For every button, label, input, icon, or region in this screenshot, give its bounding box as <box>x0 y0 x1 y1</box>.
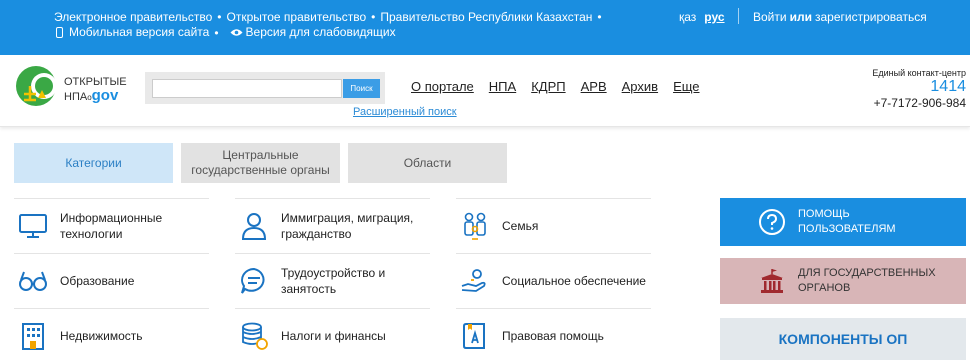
category-label: Образование <box>60 274 135 288</box>
separator-dot: • <box>217 10 222 24</box>
lang-kz[interactable]: қаз <box>679 10 696 24</box>
nav-kdrp[interactable]: КДРП <box>531 79 565 94</box>
link-open-gov[interactable]: Открытое правительство <box>227 10 367 24</box>
link-gov-rk[interactable]: Правительство Республики Казахстан <box>380 10 592 24</box>
link-mobile-version[interactable]: Мобильная версия сайта <box>69 25 209 39</box>
question-circle-icon <box>759 209 785 235</box>
hand-care-icon <box>461 269 486 292</box>
auth-links: Войти или зарегистрироваться <box>753 10 927 24</box>
monitor-icon <box>19 214 47 238</box>
separator-dot: • <box>214 25 219 40</box>
nav-npa[interactable]: НПА <box>489 79 516 94</box>
contact-label: Единый контакт-центр <box>872 68 966 78</box>
components-op-button[interactable]: КОМПОНЕНТЫ ОП <box>720 318 966 360</box>
contact-short-number[interactable]: 1414 <box>872 78 966 96</box>
family-icon <box>464 212 486 240</box>
main-nav: О портале НПА КДРП АРВ Архив Еще <box>411 79 715 94</box>
category-label: Недвижимость <box>60 329 143 343</box>
chat-icon <box>241 267 265 294</box>
category-label: Правовая помощь <box>502 329 604 343</box>
coins-icon <box>242 322 268 350</box>
header: ОТКРЫТЫЕ НПАogov Поиск Расширенный поиск… <box>0 55 970 127</box>
eye-icon <box>230 29 243 37</box>
category-item-taxes[interactable]: Налоги и финансы <box>235 308 430 360</box>
separator-dot: • <box>371 10 376 24</box>
law-book-icon <box>463 323 485 349</box>
nav-about[interactable]: О портале <box>411 79 474 94</box>
glasses-icon <box>19 271 47 291</box>
government-building-icon <box>761 269 783 293</box>
category-item-social[interactable]: Социальное обеспечение <box>456 253 651 308</box>
category-item-real-estate[interactable]: Недвижимость <box>14 308 209 360</box>
search-button[interactable]: Поиск <box>343 79 380 98</box>
nav-more[interactable]: Еще <box>673 79 699 94</box>
search-box: Поиск <box>145 72 385 104</box>
lang-ru[interactable]: рус <box>704 10 724 24</box>
category-item-legal-aid[interactable]: Правовая помощь <box>456 308 651 360</box>
site-logo[interactable]: ОТКРЫТЫЕ НПАogov <box>14 64 134 114</box>
category-item-it[interactable]: Информационные технологии <box>14 198 209 253</box>
help-users-button[interactable]: ПОМОЩЬ ПОЛЬЗОВАТЕЛЯМ <box>720 198 966 246</box>
category-item-immigration[interactable]: Иммиграция, миграция, гражданство <box>235 198 430 253</box>
mobile-phone-icon <box>56 27 63 39</box>
contact-center: Единый контакт-центр 1414 +7-7172-906-98… <box>872 68 966 110</box>
contact-phone[interactable]: +7-7172-906-984 <box>872 96 966 110</box>
search-input[interactable] <box>152 79 342 98</box>
category-label: Информационные технологии <box>60 211 163 241</box>
divider <box>738 8 739 24</box>
nav-archive[interactable]: Архив <box>622 79 658 94</box>
category-label: Трудоустройство и занятость <box>281 266 386 296</box>
nav-arv[interactable]: АРВ <box>581 79 607 94</box>
for-gov-bodies-label: ДЛЯ ГОСУДАРСТВЕННЫХ ОРГАНОВ <box>798 267 936 294</box>
register-link[interactable]: зарегистрироваться <box>815 10 927 24</box>
building-icon <box>22 323 44 350</box>
category-label: Иммиграция, миграция, гражданство <box>281 211 414 241</box>
category-item-family[interactable]: Семья <box>456 198 651 253</box>
category-label: Социальное обеспечение <box>502 274 646 288</box>
language-switcher: қаз рус <box>679 10 725 24</box>
top-bar: Электронное правительство • Открытое прави… <box>0 0 970 55</box>
logo-emblem-icon <box>16 66 57 106</box>
top-links-secondary: Мобильная версия сайта • Версия для слабов… <box>56 25 396 40</box>
tab-regions[interactable]: Области <box>348 143 507 183</box>
advanced-search-link[interactable]: Расширенный поиск <box>353 106 457 118</box>
link-e-gov[interactable]: Электронное правительство <box>54 10 212 24</box>
tab-central-gov[interactable]: Центральные государственные органы <box>181 143 340 183</box>
category-item-employment[interactable]: Трудоустройство и занятость <box>235 253 430 308</box>
separator-dot: • <box>597 10 602 24</box>
logo-text: ОТКРЫТЫЕ НПАogov <box>64 76 127 104</box>
tab-categories[interactable]: Категории <box>14 143 173 183</box>
logo-gov: gov <box>91 87 119 104</box>
category-label: Налоги и финансы <box>281 329 386 343</box>
logo-line-2: НПАogov <box>64 87 119 104</box>
help-users-label: ПОМОЩЬ ПОЛЬЗОВАТЕЛЯМ <box>798 208 896 235</box>
login-link[interactable]: Войти <box>753 10 787 24</box>
person-icon <box>241 213 267 240</box>
category-item-education[interactable]: Образование <box>14 253 209 308</box>
for-gov-bodies-button[interactable]: ДЛЯ ГОСУДАРСТВЕННЫХ ОРГАНОВ <box>720 258 966 304</box>
or-text: или <box>789 10 812 24</box>
link-low-vision[interactable]: Версия для слабовидящих <box>246 25 396 39</box>
top-links: Электронное правительство • Открытое прави… <box>54 10 607 24</box>
logo-npa: НПА <box>64 91 88 103</box>
category-label: Семья <box>502 219 539 233</box>
